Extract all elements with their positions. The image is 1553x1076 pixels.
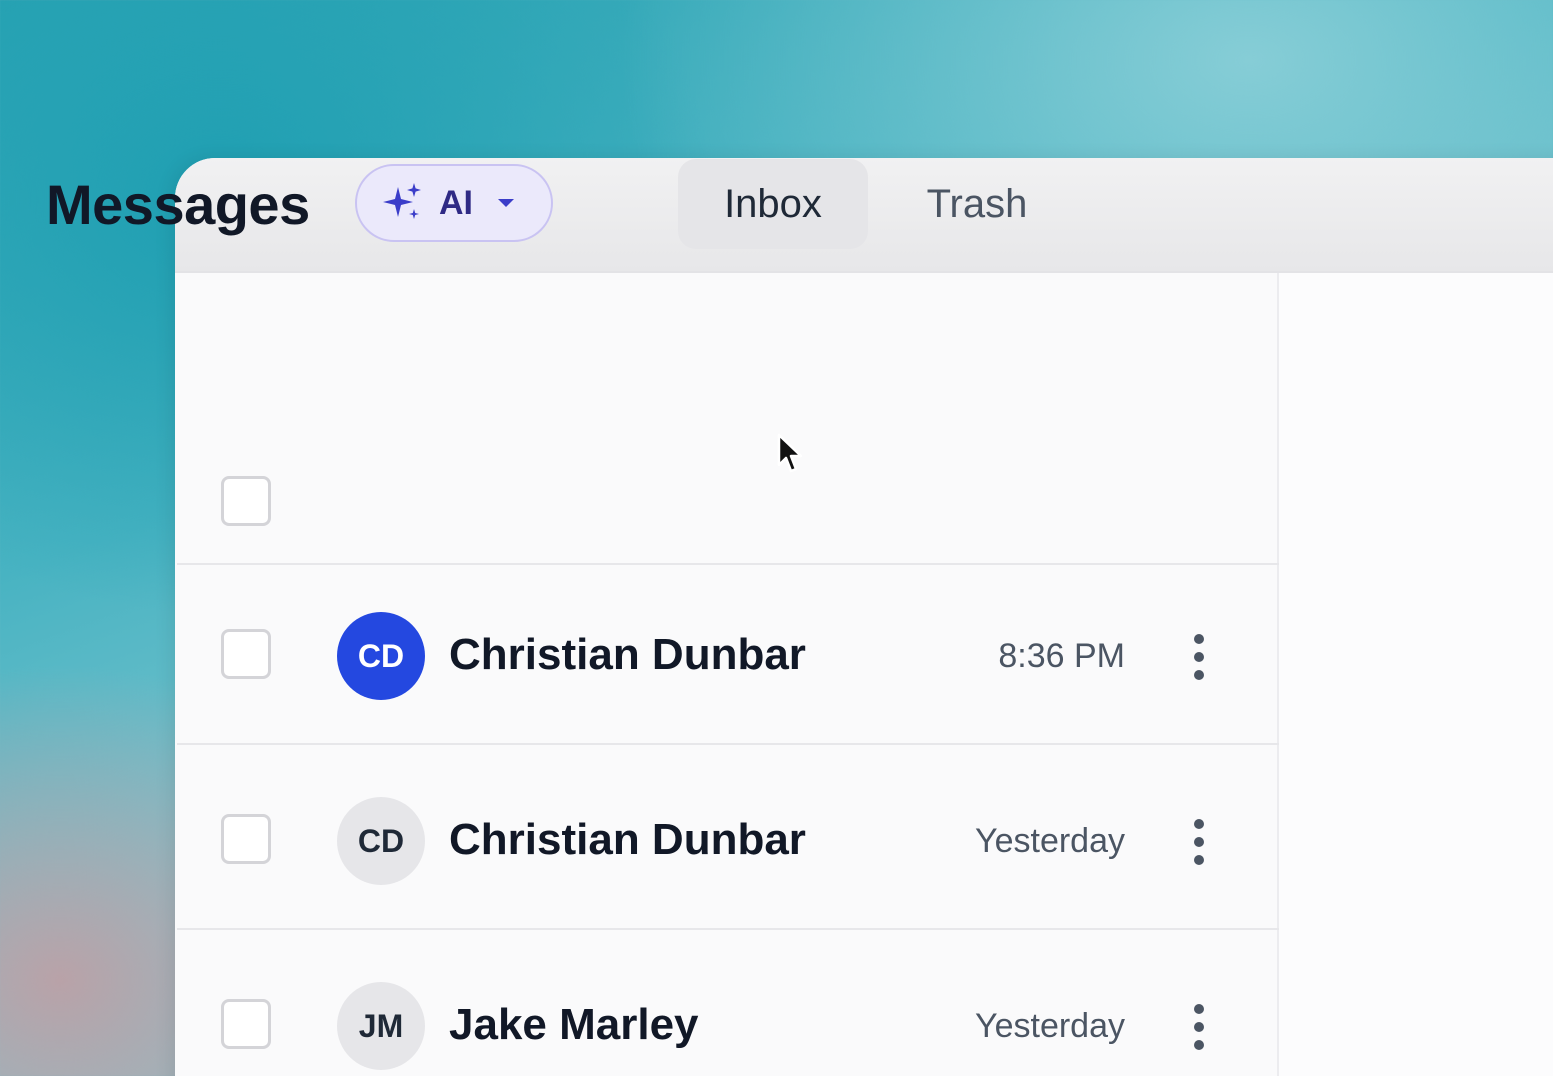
ai-label: AI [439,183,473,222]
more-options-icon[interactable] [1185,818,1213,866]
more-options-icon[interactable] [1185,1003,1213,1051]
tab-inbox[interactable]: Inbox [678,159,868,249]
row-checkbox[interactable] [221,629,271,679]
message-time: Yesterday [975,822,1125,860]
avatar: JM [337,982,425,1070]
more-options-icon[interactable] [1185,633,1213,681]
message-row[interactable]: CD Christian Dunbar Yesterday [175,750,1277,933]
avatar: CD [337,612,425,700]
message-row[interactable]: CD Christian Dunbar 8:36 PM [175,565,1277,748]
avatar: CD [337,797,425,885]
caret-down-icon [498,199,514,207]
message-row[interactable]: JM Jake Marley Yesterday [175,935,1277,1076]
message-time: Yesterday [975,1007,1125,1045]
divider [177,743,1279,745]
message-time: 8:36 PM [998,637,1125,675]
tab-trash[interactable]: Trash [902,159,1052,249]
divider [177,928,1279,930]
sparkle-icon [383,183,421,219]
sender-name: Jake Marley [449,1000,699,1049]
message-detail-pane [1279,273,1553,1076]
sender-name: Christian Dunbar [449,815,806,864]
row-checkbox[interactable] [221,999,271,1049]
sender-name: Christian Dunbar [449,630,806,679]
ai-dropdown-button[interactable]: AI [355,164,553,242]
row-checkbox[interactable] [221,814,271,864]
page-title: Messages [46,173,310,236]
select-all-checkbox[interactable] [221,476,271,526]
